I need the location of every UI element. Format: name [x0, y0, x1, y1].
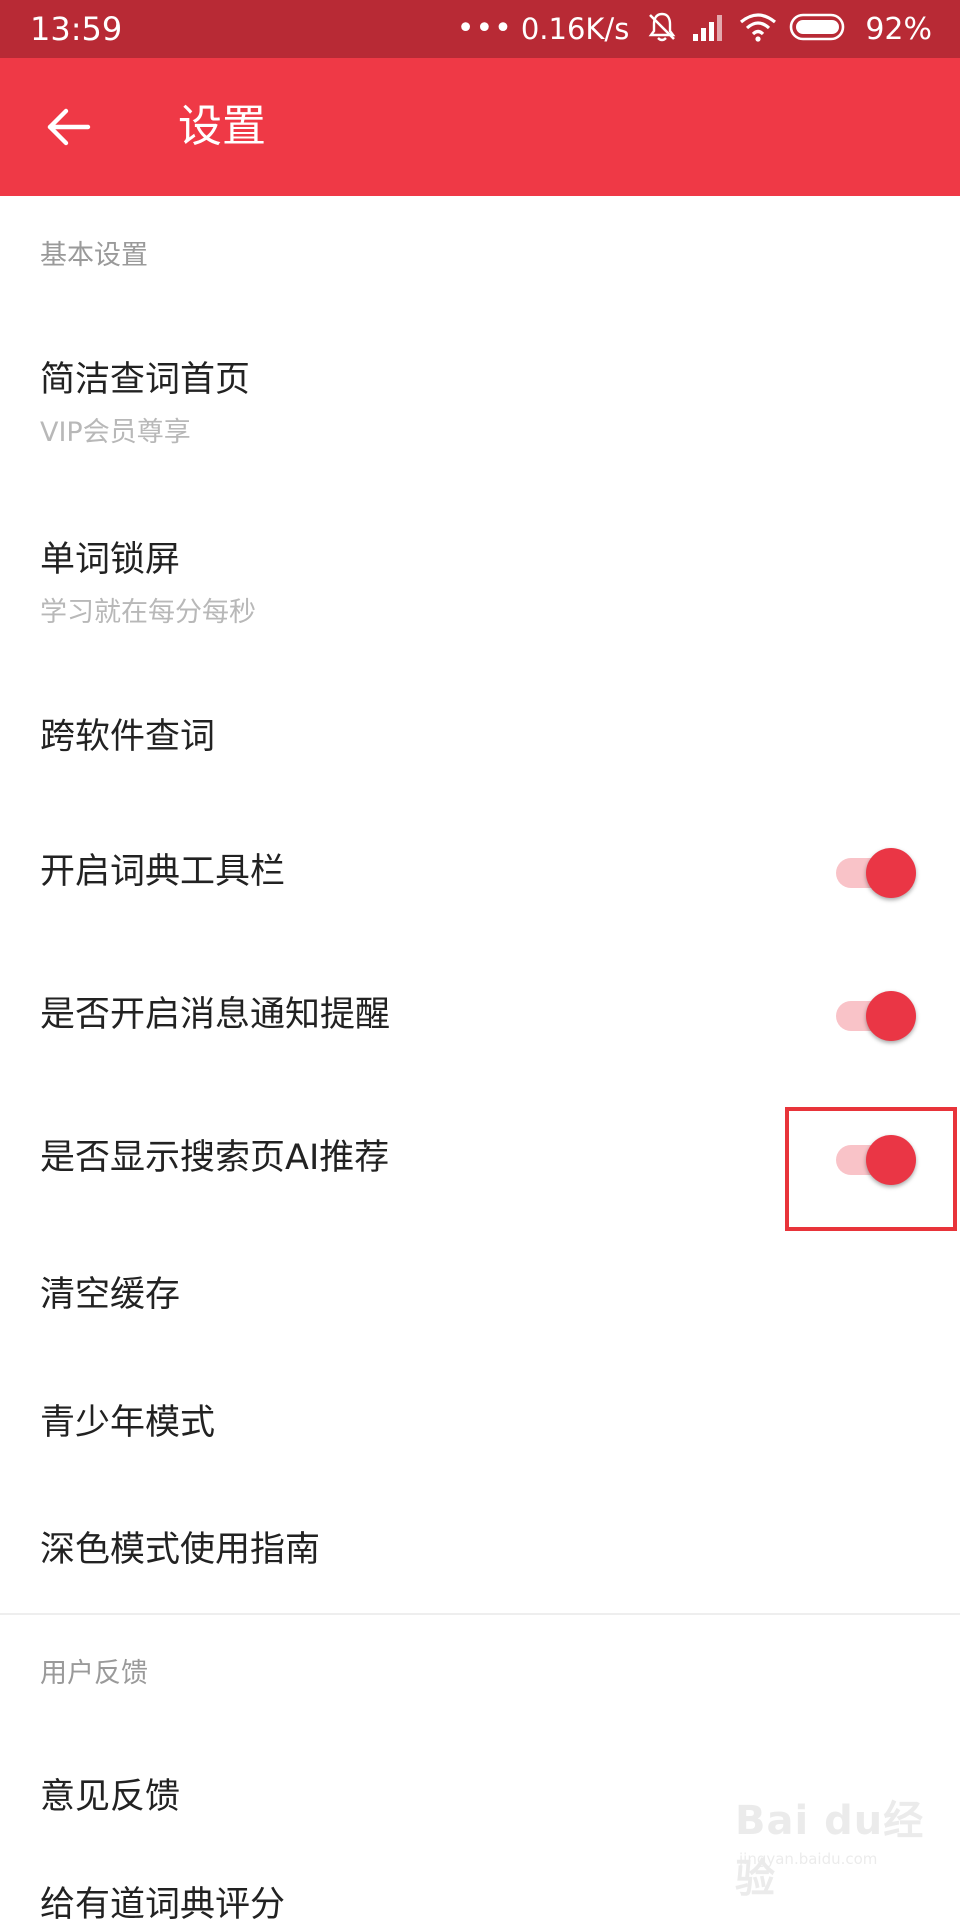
settings-row-lockscreen[interactable]: 单词锁屏 学习就在每分每秒: [0, 520, 960, 670]
settings-row-notification: 是否开启消息通知提醒: [0, 975, 960, 1085]
toggle-knob: [866, 848, 916, 898]
baidu-watermark: Bai du经验 jingyan.baidu.com: [735, 1788, 935, 1902]
section-divider: [0, 1613, 960, 1615]
highlight-box: [785, 1107, 957, 1231]
page-title: 设置: [178, 101, 266, 152]
signal-icon: [691, 12, 727, 46]
battery-percent: 92%: [865, 11, 932, 47]
row-title: 是否显示搜索页AI推荐: [40, 1138, 390, 1178]
row-title: 是否开启消息通知提醒: [40, 995, 391, 1035]
section-header-basic: 基本设置: [40, 240, 148, 271]
settings-row-dark-mode-guide[interactable]: 深色模式使用指南: [0, 1505, 960, 1615]
status-icons: ••• 0.16K/s 92%: [457, 8, 932, 50]
battery-icon: [789, 12, 849, 46]
settings-row-toolbar: 开启词典工具栏: [0, 832, 960, 942]
row-subtitle: 学习就在每分每秒: [40, 597, 256, 628]
back-button[interactable]: [36, 95, 100, 159]
row-title: 意见反馈: [40, 1777, 181, 1817]
more-dots: •••: [456, 11, 513, 46]
row-title: 单词锁屏: [40, 540, 181, 580]
status-time: 13:59: [30, 10, 123, 48]
app-bar: 设置: [0, 58, 960, 196]
watermark-logo: Bai du经验: [735, 1798, 925, 1902]
settings-row-cross-app[interactable]: 跨软件查词: [0, 700, 960, 810]
row-subtitle: VIP会员尊享: [40, 417, 191, 448]
network-speed: 0.16K/s: [520, 12, 630, 46]
watermark-url: jingyan.baidu.com: [739, 1850, 878, 1868]
status-bar: 13:59 ••• 0.16K/s 92%: [0, 0, 960, 58]
settings-row-teen-mode[interactable]: 青少年模式: [0, 1378, 960, 1488]
row-title: 清空缓存: [40, 1275, 181, 1315]
arrow-left-icon: [47, 108, 91, 146]
wifi-icon: [739, 12, 777, 46]
notification-toggle[interactable]: [836, 989, 920, 1041]
row-title: 简洁查词首页: [40, 360, 251, 400]
row-title: 开启词典工具栏: [40, 852, 286, 892]
mute-bell-icon: [645, 10, 679, 48]
row-title: 给有道词典评分: [40, 1885, 286, 1920]
toolbar-toggle[interactable]: [836, 846, 920, 898]
row-title: 深色模式使用指南: [40, 1530, 321, 1570]
row-title: 跨软件查词: [40, 717, 216, 757]
settings-row-simple-home[interactable]: 简洁查词首页 VIP会员尊享: [0, 340, 960, 490]
section-header-feedback: 用户反馈: [40, 1658, 148, 1689]
row-title: 青少年模式: [40, 1403, 216, 1443]
settings-row-clear-cache[interactable]: 清空缓存: [0, 1250, 960, 1360]
toggle-knob: [866, 991, 916, 1041]
